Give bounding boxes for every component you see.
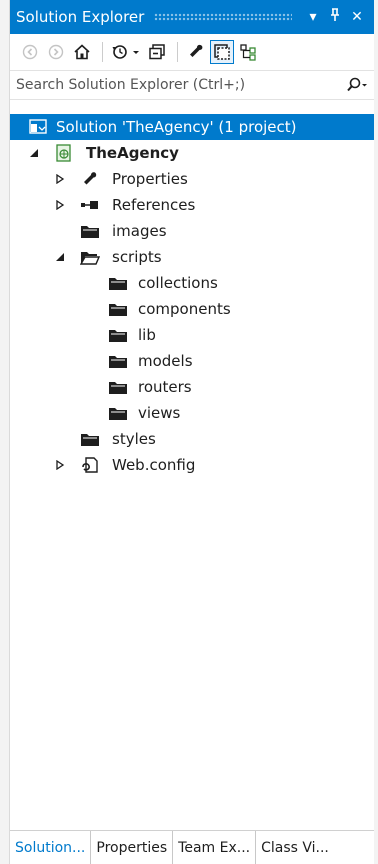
scripts-label: scripts bbox=[112, 248, 162, 266]
panel-title: Solution Explorer bbox=[16, 8, 145, 26]
folder-icon bbox=[80, 430, 100, 448]
window-right-edge bbox=[374, 0, 378, 864]
images-label: images bbox=[112, 222, 167, 240]
tree-item-views[interactable]: views bbox=[10, 400, 374, 426]
tab-team-explorer[interactable]: Team Ex... bbox=[173, 831, 257, 864]
pin-icon[interactable] bbox=[324, 8, 346, 26]
class-view-icon[interactable] bbox=[236, 40, 260, 64]
bottom-tab-strip: Solution... Properties Team Ex... Class … bbox=[10, 830, 374, 864]
collapse-arrow-icon[interactable] bbox=[54, 251, 66, 263]
views-label: views bbox=[138, 404, 181, 422]
window-left-edge bbox=[0, 0, 10, 864]
tab-properties[interactable]: Properties bbox=[91, 831, 174, 864]
home-icon[interactable] bbox=[70, 40, 94, 64]
project-label: TheAgency bbox=[86, 144, 179, 162]
tree-item-solution[interactable]: Solution 'TheAgency' (1 project) bbox=[10, 114, 374, 140]
references-icon bbox=[80, 196, 100, 214]
toolbar-separator bbox=[102, 42, 103, 62]
webconfig-label: Web.config bbox=[112, 456, 196, 474]
folder-icon bbox=[108, 326, 128, 344]
window-position-dropdown-icon[interactable]: ▾ bbox=[302, 9, 324, 25]
styles-label: styles bbox=[112, 430, 156, 448]
collapse-arrow-icon[interactable] bbox=[28, 147, 40, 159]
open-folder-icon bbox=[80, 248, 100, 266]
wrench-icon bbox=[80, 170, 100, 188]
folder-icon bbox=[108, 300, 128, 318]
lib-label: lib bbox=[138, 326, 156, 344]
expand-arrow-icon[interactable] bbox=[54, 459, 66, 471]
close-icon[interactable]: ✕ bbox=[346, 9, 368, 25]
collections-label: collections bbox=[138, 274, 218, 292]
tree-item-lib[interactable]: lib bbox=[10, 322, 374, 348]
back-icon[interactable] bbox=[18, 40, 42, 64]
properties-wrench-icon[interactable] bbox=[184, 40, 208, 64]
tree-item-properties[interactable]: Properties bbox=[10, 166, 374, 192]
expand-arrow-icon[interactable] bbox=[54, 173, 66, 185]
forward-icon[interactable] bbox=[44, 40, 68, 64]
show-all-files-icon[interactable] bbox=[210, 40, 234, 64]
components-label: components bbox=[138, 300, 231, 318]
search-icon[interactable] bbox=[342, 77, 368, 93]
panel-title-bar[interactable]: Solution Explorer ▾ ✕ bbox=[10, 0, 374, 34]
tree-item-project[interactable]: TheAgency bbox=[10, 140, 374, 166]
config-file-icon bbox=[80, 456, 100, 474]
tree-item-collections[interactable]: collections bbox=[10, 270, 374, 296]
folder-icon bbox=[108, 404, 128, 422]
search-input[interactable]: Search Solution Explorer (Ctrl+;) bbox=[16, 77, 342, 93]
tree-item-webconfig[interactable]: Web.config bbox=[10, 452, 374, 478]
solution-tree: Solution 'TheAgency' (1 project) TheAgen… bbox=[10, 114, 374, 478]
tree-item-scripts[interactable]: scripts bbox=[10, 244, 374, 270]
tree-item-references[interactable]: References bbox=[10, 192, 374, 218]
models-label: models bbox=[138, 352, 193, 370]
routers-label: routers bbox=[138, 378, 192, 396]
search-box[interactable]: Search Solution Explorer (Ctrl+;) bbox=[10, 70, 374, 100]
toolbar-separator bbox=[177, 42, 178, 62]
solution-icon bbox=[28, 118, 48, 136]
solution-label: Solution 'TheAgency' (1 project) bbox=[56, 118, 297, 136]
tree-item-images[interactable]: images bbox=[10, 218, 374, 244]
folder-icon bbox=[108, 274, 128, 292]
folder-icon bbox=[80, 222, 100, 240]
tree-item-styles[interactable]: styles bbox=[10, 426, 374, 452]
folder-icon bbox=[108, 352, 128, 370]
folder-icon bbox=[108, 378, 128, 396]
tree-item-components[interactable]: components bbox=[10, 296, 374, 322]
tree-item-models[interactable]: models bbox=[10, 348, 374, 374]
collapse-all-icon[interactable] bbox=[145, 40, 169, 64]
toolbar bbox=[10, 34, 374, 70]
solution-explorer-panel: Solution Explorer ▾ ✕ Search Solution Ex… bbox=[10, 0, 374, 864]
history-icon[interactable] bbox=[109, 40, 143, 64]
expand-arrow-icon[interactable] bbox=[54, 199, 66, 211]
tree-item-routers[interactable]: routers bbox=[10, 374, 374, 400]
tab-solution-explorer[interactable]: Solution... bbox=[10, 831, 92, 864]
drag-grip[interactable] bbox=[154, 13, 292, 21]
properties-label: Properties bbox=[112, 170, 188, 188]
web-project-icon bbox=[54, 144, 74, 162]
tab-class-view[interactable]: Class Vi... bbox=[256, 831, 334, 864]
references-label: References bbox=[112, 196, 196, 214]
